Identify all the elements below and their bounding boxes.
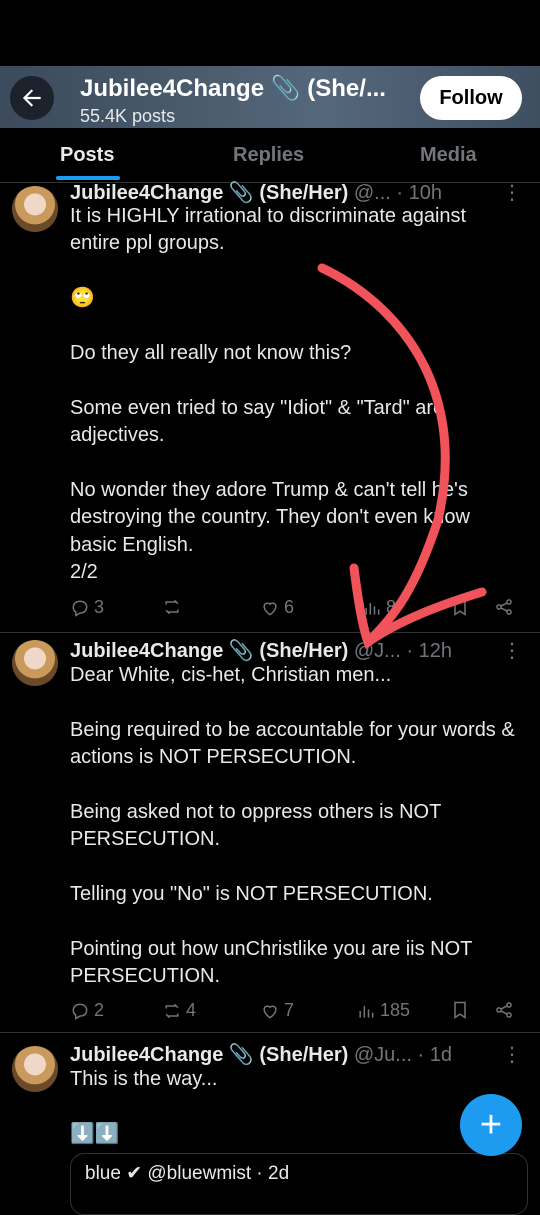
reply-icon xyxy=(72,1003,88,1020)
post-header: Jubilee4Change 📎 (She/Her) @J... · 12h xyxy=(70,638,480,663)
reply-button[interactable]: 3 xyxy=(70,597,104,618)
author-name[interactable]: Jubilee4Change 📎 (She/Her) xyxy=(70,182,348,204)
view-count: 185 xyxy=(380,1000,411,1020)
more-options-icon[interactable]: ⋮ xyxy=(502,638,522,663)
bookmark-icon[interactable] xyxy=(450,597,470,617)
views-button[interactable]: 8 xyxy=(362,597,396,618)
share-icon[interactable] xyxy=(494,1000,514,1020)
repost-button[interactable]: 4 xyxy=(162,1000,196,1021)
avatar[interactable] xyxy=(12,186,58,232)
repost-icon xyxy=(165,1003,179,1018)
like-count: 7 xyxy=(284,1000,295,1020)
like-button[interactable]: 7 xyxy=(260,1000,294,1021)
quoted-post-header: blue ✔ @bluewmist · 2d xyxy=(85,1163,290,1184)
heart-icon xyxy=(263,601,277,616)
profile-title: Jubilee4Change 📎 (She/... xyxy=(80,75,386,102)
author-name[interactable]: Jubilee4Change 📎 (She/Her) xyxy=(70,1044,348,1066)
analytics-icon xyxy=(359,1005,374,1018)
tab-replies[interactable]: Replies xyxy=(233,144,304,167)
post-count: 55.4K posts xyxy=(80,106,176,126)
profile-tabs: Posts Replies Media xyxy=(0,130,540,183)
more-options-icon[interactable]: ⋮ xyxy=(502,180,522,205)
heart-icon xyxy=(263,1004,277,1019)
like-count: 6 xyxy=(284,597,295,617)
post-text: Dear White, cis-het, Christian men... Be… xyxy=(70,664,515,988)
repost-icon xyxy=(165,599,179,615)
post-meta: @J... · 12h xyxy=(348,640,452,662)
compose-post-button[interactable]: + xyxy=(460,1094,522,1156)
post-meta: @... · 10h xyxy=(348,182,442,204)
repost-button[interactable] xyxy=(162,597,186,617)
views-button[interactable]: 185 xyxy=(356,1000,410,1021)
post-text: It is HIGHLY irrational to discriminate … xyxy=(70,205,470,584)
avatar[interactable] xyxy=(12,640,58,686)
back-arrow-icon[interactable] xyxy=(10,76,54,120)
reply-icon xyxy=(72,600,88,617)
reply-count: 3 xyxy=(94,597,105,617)
repost-count: 4 xyxy=(186,1000,197,1020)
follow-button[interactable]: Follow xyxy=(420,76,522,120)
tab-media[interactable]: Media xyxy=(420,144,477,167)
quoted-post[interactable]: blue ✔ @bluewmist · 2d xyxy=(70,1153,528,1215)
avatar[interactable] xyxy=(12,1046,58,1092)
view-count: 8 xyxy=(386,597,397,617)
post-header: Jubilee4Change 📎 (She/Her) @... · 10h xyxy=(70,180,480,205)
post-header: Jubilee4Change 📎 (She/Her) @Ju... · 1d xyxy=(70,1042,480,1067)
reply-count: 2 xyxy=(94,1000,105,1020)
post-actions: 3 6 8 xyxy=(70,597,520,621)
bookmark-icon[interactable] xyxy=(450,1000,470,1020)
analytics-icon xyxy=(365,602,380,615)
post-actions: 2 4 7 185 xyxy=(70,1000,520,1024)
like-button[interactable]: 6 xyxy=(260,597,294,618)
reply-button[interactable]: 2 xyxy=(70,1000,104,1021)
author-name[interactable]: Jubilee4Change 📎 (She/Her) xyxy=(70,640,348,662)
tab-posts[interactable]: Posts xyxy=(60,144,114,167)
share-icon[interactable] xyxy=(494,597,514,617)
post-text: This is the way... ⬇️⬇️ xyxy=(70,1068,218,1145)
post-meta: @Ju... · 1d xyxy=(348,1044,452,1066)
more-options-icon[interactable]: ⋮ xyxy=(502,1042,522,1067)
